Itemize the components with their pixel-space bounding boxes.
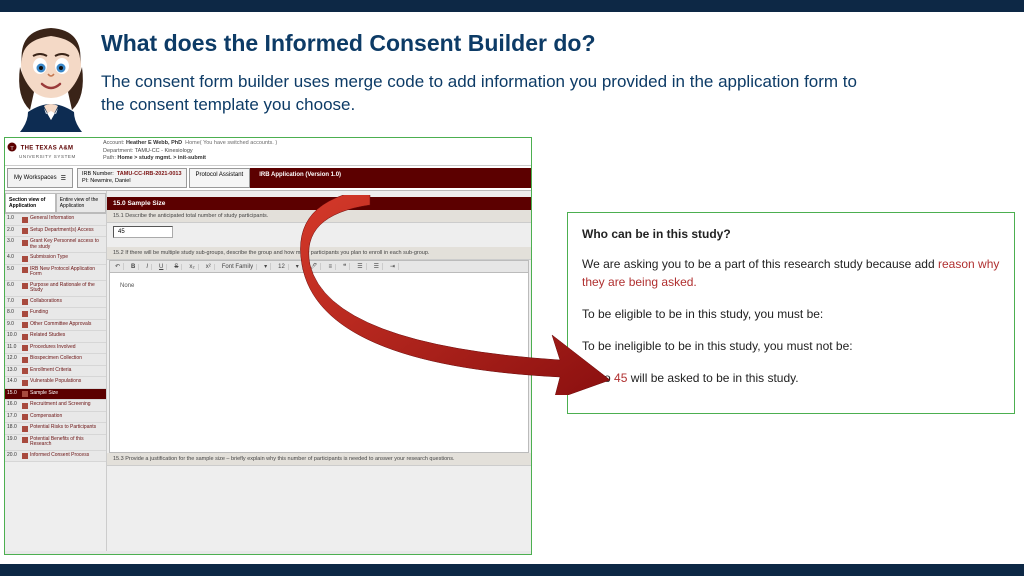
org-logo: T THE TEXAS A&M UNIVERSITY SYSTEM [5,138,99,165]
tab-entire-view[interactable]: Entire view of the Application [56,193,106,213]
doc-icon [22,299,28,305]
tab-section-view[interactable]: Section view of Application [5,193,56,213]
doc-icon [22,240,28,246]
menu-icon: ☰ [61,175,66,182]
doc-icon [22,357,28,363]
page-subtitle: The consent form builder uses merge code… [101,71,861,117]
doc-icon [22,437,28,443]
doc-icon [22,267,28,273]
sidebar-item[interactable]: 10.0Related Studies [5,331,106,343]
app-screenshot-panel: T THE TEXAS A&M UNIVERSITY SYSTEM Accoun… [4,137,532,555]
page-title: What does the Informed Consent Builder d… [101,30,1012,57]
sidebar-item[interactable]: 16.0Recruitment and Screening [5,400,106,412]
doc-icon [22,426,28,432]
sidebar-item[interactable]: 20.0Informed Consent Process [5,451,106,463]
subscript-button[interactable]: x₂ [186,264,198,270]
sidebar-item[interactable]: 5.0IRB New Protocol Application Form [5,265,106,281]
sidebar-item[interactable]: 7.0Collaborations [5,297,106,309]
font-size-select[interactable]: 12 [275,264,289,270]
question-15-1: 15.1 Describe the anticipated total numb… [107,210,531,223]
doc-icon [22,334,28,340]
account-info: Account: Heather E Webb, PhD Home( You h… [99,138,531,165]
tab-protocol-assistant[interactable]: Protocol Assistant [189,168,251,188]
consent-heading: Who can be in this study? [582,225,1000,243]
sidebar-item[interactable]: 3.0Grant Key Personnel access to the stu… [5,237,106,253]
sidebar-item[interactable]: 2.0Setup Department(s) Access [5,226,106,238]
consent-p2: To be eligible to be in this study, you … [582,305,1000,323]
doc-icon [22,414,28,420]
sidebar-item[interactable]: 4.0Submission Type [5,253,106,265]
doc-icon [22,228,28,234]
doc-icon [22,403,28,409]
align-button[interactable]: ≡ [325,264,336,270]
merge-count: 45 [614,371,627,385]
list-ol-button[interactable]: ☰ [371,263,383,270]
doc-icon [22,256,28,262]
richtext-body[interactable]: None [109,273,529,453]
doc-icon [22,368,28,374]
consent-preview: Who can be in this study? We are asking … [567,212,1015,414]
indent-button[interactable]: ⇥ [387,263,399,270]
underline-button[interactable]: U [156,264,167,270]
quote-button[interactable]: ❝ [340,263,350,270]
sidebar-item[interactable]: 12.0Biospecimen Collection [5,354,106,366]
top-bar [0,0,1024,12]
doc-icon [22,345,28,351]
sidebar-item[interactable]: 18.0Potential Risks to Participants [5,423,106,435]
list-button[interactable]: ☰ [354,263,366,270]
sidebar-item[interactable]: 9.0Other Committee Approvals [5,320,106,332]
strike-button[interactable]: S [171,264,182,270]
color-button[interactable]: 🖊 [307,263,322,270]
doc-icon [22,380,28,386]
bottom-bar [0,564,1024,576]
sidebar-item[interactable]: 19.0Potential Benefits of this Research [5,435,106,451]
main-panel: 15.0 Sample Size 15.1 Describe the antic… [107,191,531,551]
italic-button[interactable]: I [143,264,152,270]
workspaces-button[interactable]: My Workspaces☰ [7,168,73,188]
svg-text:T: T [10,147,13,152]
sidebar: Section view of Application Entire view … [5,191,107,551]
consent-p4: Up to 45 will be asked to be in this stu… [582,369,1000,387]
sidebar-item[interactable]: 14.0Vulnerable Populations [5,377,106,389]
consent-p3: To be ineligible to be in this study, yo… [582,337,1000,355]
question-15-3: 15.3 Provide a justification for the sam… [107,453,531,466]
sidebar-item[interactable]: 11.0Procedures Involved [5,343,106,355]
doc-icon [22,322,28,328]
sidebar-item[interactable]: 1.0General Information [5,214,106,226]
question-15-2: 15.2 If there will be multiple study sub… [107,247,531,260]
sidebar-item[interactable]: 13.0Enrollment Criteria [5,366,106,378]
sample-size-input[interactable]: 45 [113,226,173,238]
tab-irb-application[interactable]: IRB Application (Version 1.0) [250,168,531,188]
presenter-avatar [8,22,93,132]
doc-icon [22,217,28,223]
undo-icon[interactable]: ↶ [112,263,124,270]
doc-icon [22,311,28,317]
sidebar-item[interactable]: 17.0Compensation [5,412,106,424]
doc-icon [22,391,28,397]
doc-icon [22,453,28,459]
bold-button[interactable]: B [128,264,139,270]
sidebar-item[interactable]: 8.0Funding [5,308,106,320]
font-family-select[interactable]: Font Family [219,264,257,270]
section-header: 15.0 Sample Size [107,197,531,210]
superscript-button[interactable]: x² [203,264,215,270]
irb-info: IRB Number: TAMU-CC-IRB-2021-0013 PI: Ne… [77,168,187,188]
sidebar-item[interactable]: 6.0Purpose and Rationale of the Study [5,281,106,297]
consent-p1: We are asking you to be a part of this r… [582,255,1000,291]
sidebar-item[interactable]: 15.0Sample Size [5,389,106,401]
richtext-toolbar[interactable]: ↶ B I U S x₂ x² Font Family ▾ 12 ▾ 🖊 ≡ ❝… [109,260,529,273]
doc-icon [22,283,28,289]
